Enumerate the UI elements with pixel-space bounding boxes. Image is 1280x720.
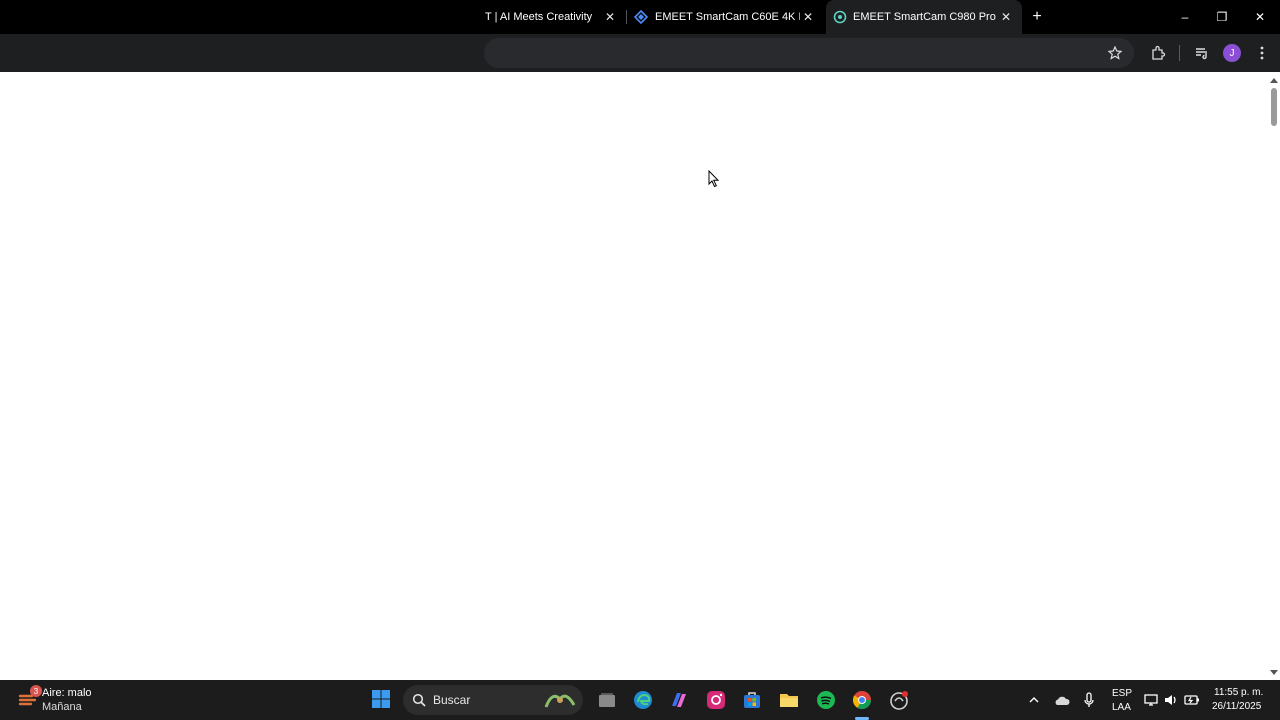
show-hidden-icons-icon[interactable] [1027,693,1041,707]
minimize-button[interactable]: – [1166,0,1204,34]
clock-date[interactable]: 26/11/2025 [1212,701,1261,712]
microsoft-store-icon[interactable] [740,688,764,712]
weather-period: Mañana [42,701,82,713]
toolbar-separator [1179,45,1180,61]
notification-badge: 3 [30,685,42,697]
keyboard-layout-indicator[interactable]: LAA [1112,702,1131,713]
taskbar-search-box[interactable]: Buscar [403,685,583,715]
new-tab-button[interactable]: + [1028,8,1046,26]
close-window-button[interactable]: ✕ [1241,0,1279,34]
profile-avatar[interactable]: J [1223,44,1241,62]
tab-separator [626,10,627,24]
restore-button[interactable]: ❐ [1203,0,1241,34]
mouse-cursor-icon [708,170,720,188]
kebab-menu-icon[interactable] [1252,43,1272,63]
extensions-icon[interactable] [1148,43,1168,63]
tab-title: EMEET SmartCam C980 Pro 4K [853,11,998,23]
media-control-icon[interactable] [1192,43,1212,63]
battery-icon[interactable] [1184,692,1200,708]
microphone-icon[interactable] [1082,692,1096,708]
search-label: Buscar [433,693,471,707]
tab-title: EMEET SmartCam C60E 4K Dual [655,11,800,23]
emeet-circle-icon [833,10,847,24]
scrollbar[interactable] [1268,72,1280,680]
browser-toolbar [0,34,1280,72]
onedrive-cloud-icon[interactable] [1053,693,1071,707]
task-view-icon[interactable] [595,688,619,712]
tab-title: T | AI Meets Creativity [485,11,593,23]
copilot-icon[interactable] [667,688,691,712]
edge-icon[interactable] [631,688,655,712]
emeet-diamond-icon [634,10,648,24]
close-tab-icon[interactable]: ✕ [998,9,1014,25]
clock-time[interactable]: 11:55 p. m. [1214,687,1263,698]
tab-emeet-c60e[interactable]: EMEET SmartCam C60E 4K Dual ✕ [628,0,824,34]
search-highlight-icon [544,694,576,708]
language-indicator[interactable]: ESP [1112,688,1132,699]
weather-widget[interactable]: 3 Aire: malo Mañana [16,685,136,714]
scroll-thumb[interactable] [1271,88,1277,126]
file-explorer-icon[interactable] [777,688,801,712]
volume-icon[interactable] [1163,692,1179,708]
tab-emeet-c980-active[interactable]: EMEET SmartCam C980 Pro 4K ✕ [826,0,1022,34]
app-with-notification-icon[interactable] [887,688,911,712]
instagram-icon[interactable] [704,688,728,712]
chrome-icon[interactable] [850,688,874,712]
close-tab-icon[interactable]: ✕ [602,9,618,25]
close-tab-icon[interactable]: ✕ [800,9,816,25]
weather-condition: Aire: malo [42,687,92,699]
page-content [0,72,1268,680]
scroll-down-arrow-icon[interactable] [1270,670,1278,675]
tab-strip: T | AI Meets Creativity ✕ EMEET SmartCam… [0,0,1280,34]
scroll-up-arrow-icon[interactable] [1270,78,1278,83]
windows-taskbar: 3 Aire: malo Mañana Buscar ESP LAA 11:55… [0,680,1280,720]
search-icon [412,693,426,707]
address-bar[interactable] [484,38,1134,68]
windows-start-icon[interactable] [371,689,391,709]
bookmark-star-icon[interactable] [1105,43,1125,63]
tab-ai-meets-creativity[interactable]: T | AI Meets Creativity ✕ [484,0,624,34]
spotify-icon[interactable] [814,688,838,712]
network-icon[interactable] [1143,692,1159,708]
